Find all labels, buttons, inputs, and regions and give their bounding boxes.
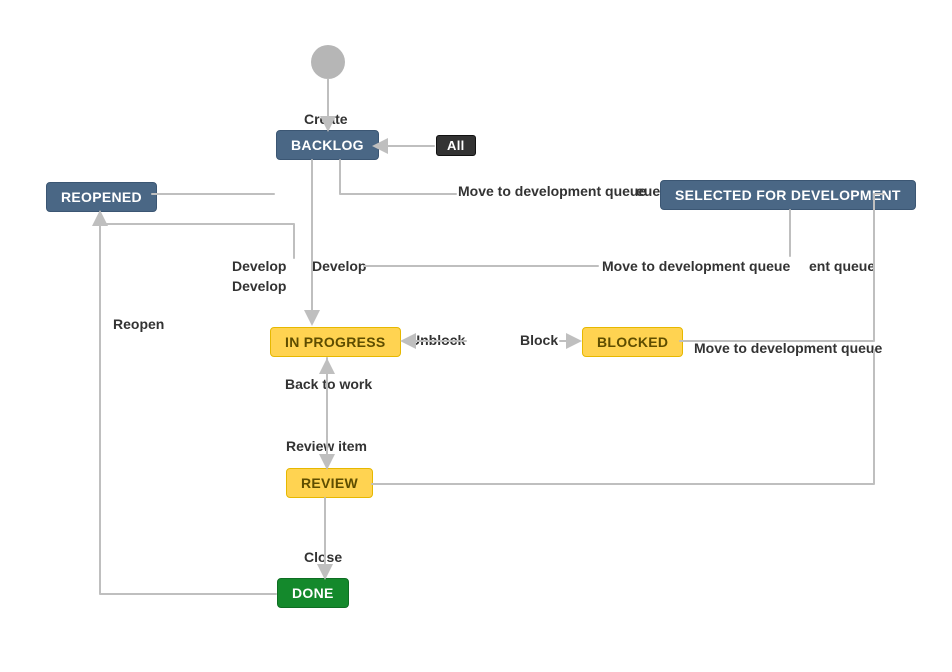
state-review: REVIEW xyxy=(286,468,373,498)
transition-move-to-dev-queue-remnant-2: ent queue xyxy=(809,258,875,274)
transition-reopen: Reopen xyxy=(113,316,164,332)
transition-unblock: Unblock xyxy=(410,332,465,348)
edges-layer xyxy=(0,0,952,672)
state-done: DONE xyxy=(277,578,349,608)
global-all-badge: All xyxy=(436,135,476,156)
transition-move-to-dev-queue-1: Move to development queue xyxy=(458,183,646,199)
state-selected-for-development: SELECTED FOR DEVELOPMENT xyxy=(660,180,916,210)
transition-move-to-dev-queue-remnant-1: eue xyxy=(636,183,660,199)
transition-develop-3: Develop xyxy=(312,258,366,274)
transition-block: Block xyxy=(520,332,558,348)
transition-back-to-work: Back to work xyxy=(285,376,372,392)
state-reopened: REOPENED xyxy=(46,182,157,212)
state-backlog: BACKLOG xyxy=(276,130,379,160)
workflow-diagram: BACKLOG All REOPENED SELECTED FOR DEVELO… xyxy=(0,0,952,672)
transition-close: Close xyxy=(304,549,342,565)
state-blocked: BLOCKED xyxy=(582,327,683,357)
transition-create: Create xyxy=(304,111,348,127)
transition-develop-2: Develop xyxy=(232,278,286,294)
transition-review-item: Review item xyxy=(286,438,367,454)
transition-move-to-dev-queue-3: Move to development queue xyxy=(694,340,882,356)
transition-move-to-dev-queue-2: Move to development queue xyxy=(602,258,790,274)
state-in-progress: IN PROGRESS xyxy=(270,327,401,357)
transition-develop-1: Develop xyxy=(232,258,286,274)
start-node-icon xyxy=(311,45,345,79)
